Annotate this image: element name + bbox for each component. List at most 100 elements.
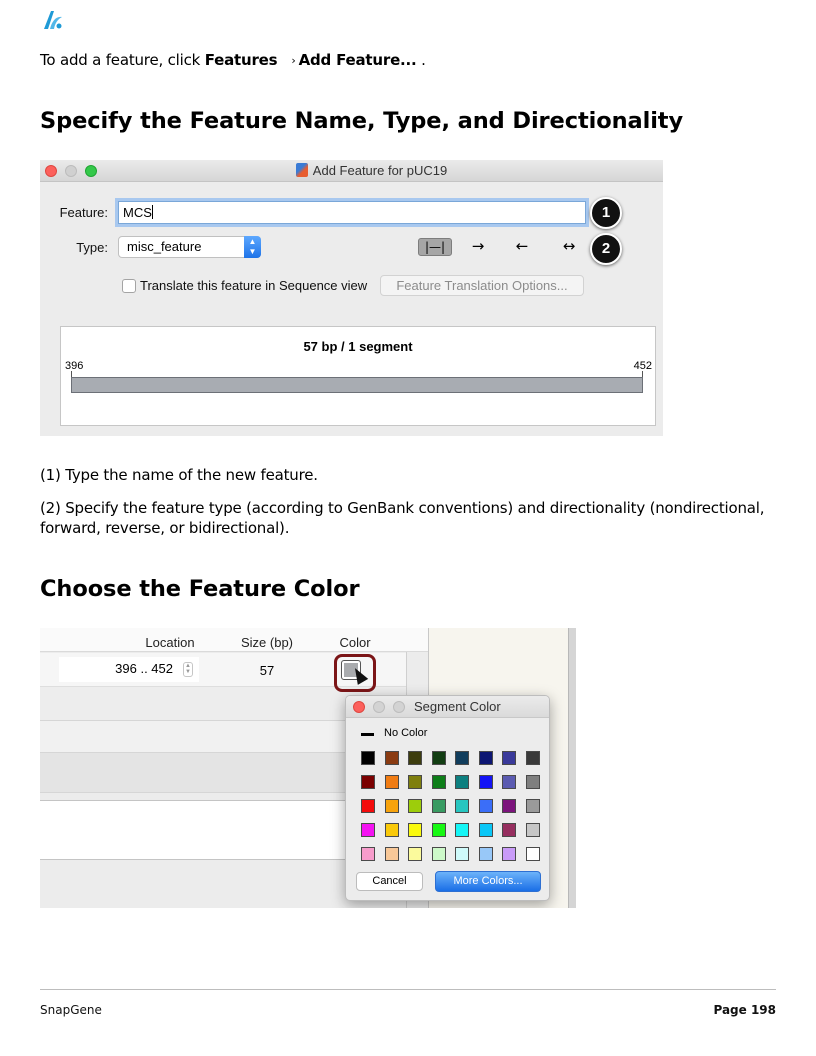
color-swatch[interactable]	[502, 823, 516, 837]
intro-suffix: .	[416, 51, 426, 69]
text-caret	[151, 205, 153, 219]
color-swatch[interactable]	[502, 799, 516, 813]
nondirectional-button[interactable]: |—|	[418, 238, 452, 256]
reverse-arrow-button[interactable]: ←	[508, 238, 536, 256]
color-swatch[interactable]	[455, 775, 469, 789]
chevron-updown-icon[interactable]: ▲ ▼	[244, 236, 261, 258]
size-value: 57	[259, 663, 275, 678]
color-swatch[interactable]	[525, 751, 540, 765]
feature-type-select[interactable]: misc_feature ▲ ▼	[118, 236, 261, 258]
color-swatch[interactable]	[361, 847, 375, 861]
color-swatch[interactable]	[455, 799, 469, 813]
type-label: Type:	[76, 240, 108, 255]
close-popup-button[interactable]	[353, 701, 365, 713]
color-swatch[interactable]	[361, 799, 375, 813]
segment-map: 57 bp / 1 segment 396 452	[60, 326, 656, 426]
menu-features: Features	[204, 51, 278, 69]
minimize-popup-button[interactable]	[373, 701, 385, 713]
no-color-option[interactable]: No Color	[384, 727, 427, 739]
color-swatch[interactable]	[431, 775, 446, 789]
add-feature-window: Add Feature for pUC19 Feature: MCS 1 Typ…	[40, 160, 663, 436]
note-1: (1) Type the name of the new feature.	[40, 466, 318, 484]
feature-translation-options-button[interactable]: Feature Translation Options...	[380, 275, 584, 296]
document-icon	[295, 163, 308, 177]
color-swatch[interactable]	[408, 775, 422, 789]
feature-name-input[interactable]: MCS	[118, 201, 586, 224]
color-swatch[interactable]	[408, 751, 422, 765]
segments-table-header: Location Size (bp) Color	[40, 628, 428, 652]
cancel-button[interactable]: Cancel	[356, 872, 423, 891]
color-swatch[interactable]	[478, 823, 493, 837]
no-color-icon[interactable]	[361, 733, 374, 736]
color-swatch[interactable]	[361, 751, 375, 765]
zoom-popup-button[interactable]	[393, 701, 405, 713]
section-heading-color: Choose the Feature Color	[40, 576, 360, 602]
intro-prefix: To add a feature, click	[40, 51, 205, 69]
color-swatch[interactable]	[478, 751, 493, 765]
color-swatch[interactable]	[478, 775, 493, 789]
popup-title: Segment Color	[414, 699, 501, 714]
color-swatch[interactable]	[502, 847, 516, 861]
color-swatch[interactable]	[431, 823, 446, 837]
color-swatch[interactable]	[408, 799, 422, 813]
callout-badge-1: 1	[590, 197, 622, 229]
segment-start-label: 396	[65, 360, 84, 372]
color-swatch[interactable]	[361, 823, 375, 837]
window-title-text: Add Feature for pUC19	[312, 163, 448, 178]
menu-add-feature: Add Feature...	[298, 51, 417, 69]
color-swatch[interactable]	[431, 847, 446, 861]
color-swatch[interactable]	[455, 823, 469, 837]
footer-divider	[40, 989, 776, 990]
color-swatch[interactable]	[384, 847, 399, 861]
color-swatch[interactable]	[478, 847, 493, 861]
translate-checkbox-label[interactable]: Translate this feature in Sequence view	[140, 278, 367, 293]
color-swatch[interactable]	[408, 847, 422, 861]
segment-color-popup: Segment Color No Color Cancel More Color…	[345, 695, 550, 901]
location-value: 396 .. 452	[115, 661, 173, 676]
footer-page-number: Page 198	[713, 1003, 776, 1017]
color-swatch[interactable]	[455, 847, 469, 861]
window-titlebar[interactable]: Add Feature for pUC19	[40, 160, 663, 182]
window-title: Add Feature for pUC19	[40, 163, 663, 178]
color-swatch[interactable]	[431, 799, 446, 813]
color-swatch[interactable]	[384, 751, 399, 765]
color-swatch[interactable]	[502, 751, 516, 765]
location-field[interactable]: 396 .. 452 ▲ ▼	[59, 657, 199, 682]
snapgene-logo-icon	[44, 11, 62, 29]
note-2: (2) Specify the feature type (according …	[40, 499, 765, 537]
scrollbar-track[interactable]	[568, 628, 576, 908]
segment-bar[interactable]	[71, 377, 643, 393]
section-heading-specify: Specify the Feature Name, Type, and Dire…	[40, 108, 684, 134]
segment-summary: 57 bp / 1 segment	[303, 339, 413, 354]
location-stepper-icon[interactable]: ▲ ▼	[183, 662, 193, 677]
popup-titlebar[interactable]: Segment Color	[346, 696, 549, 718]
segments-window: Location Size (bp) Color 396 .. 452 ▲ ▼ 5…	[40, 628, 576, 908]
color-swatch[interactable]	[361, 775, 375, 789]
feature-type-value: misc_feature	[127, 239, 202, 254]
bidirectional-arrow-button[interactable]: ↔	[554, 238, 584, 256]
column-header-size[interactable]: Size (bp)	[230, 635, 304, 650]
color-swatch[interactable]	[455, 751, 469, 765]
forward-arrow-button[interactable]: →	[464, 238, 492, 256]
color-swatch[interactable]	[478, 799, 493, 813]
color-swatch[interactable]	[525, 847, 540, 861]
feature-name-value: MCS	[123, 205, 152, 220]
more-colors-button[interactable]: More Colors...	[435, 871, 541, 892]
footer-product: SnapGene	[40, 1003, 102, 1017]
color-swatch[interactable]	[384, 799, 399, 813]
feature-label: Feature:	[59, 205, 108, 220]
translate-checkbox[interactable]	[122, 279, 136, 293]
callout-badge-2: 2	[590, 233, 622, 265]
column-header-location[interactable]: Location	[100, 635, 240, 650]
menu-separator: ›	[291, 54, 296, 67]
color-swatch[interactable]	[502, 775, 516, 789]
color-swatch[interactable]	[525, 775, 540, 789]
color-swatch[interactable]	[431, 751, 446, 765]
column-header-color[interactable]: Color	[323, 635, 387, 650]
color-swatch[interactable]	[384, 823, 399, 837]
intro-sentence: To add a feature, click Features › Add Fea…	[40, 51, 426, 69]
color-swatch[interactable]	[408, 823, 422, 837]
color-swatch[interactable]	[384, 775, 399, 789]
color-swatch[interactable]	[525, 799, 540, 813]
color-swatch[interactable]	[525, 823, 540, 837]
